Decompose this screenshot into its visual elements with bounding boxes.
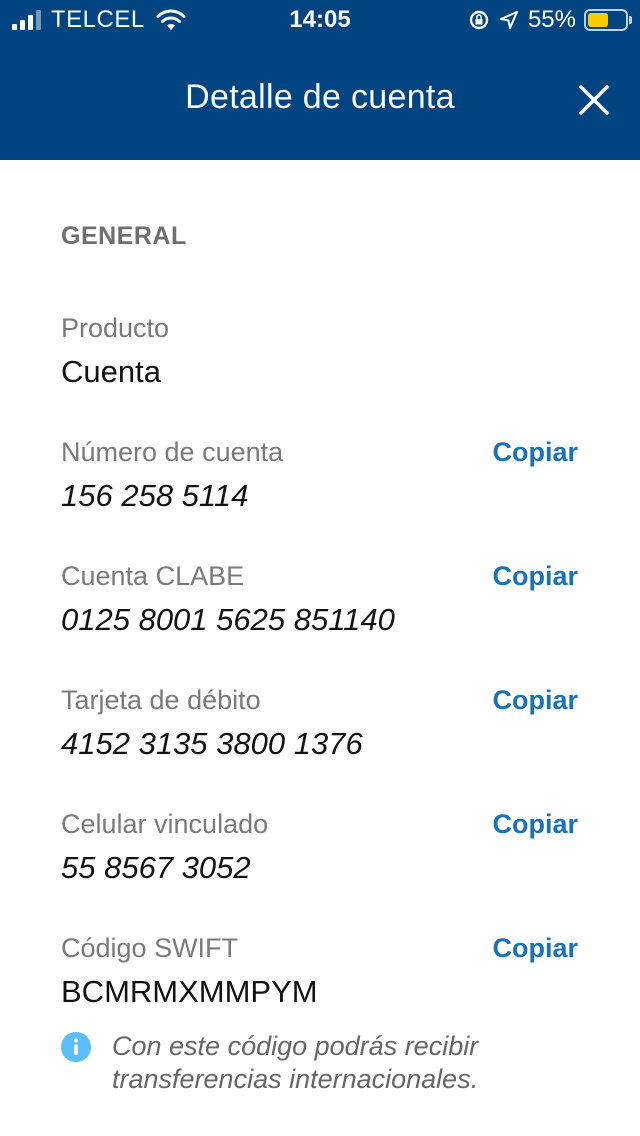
field-producto: Producto Cuenta <box>61 312 581 392</box>
field-value: Cuenta <box>61 354 161 389</box>
battery-level <box>588 13 608 27</box>
field-value: BCMRMXMMPYM <box>61 974 318 1009</box>
info-text: Con este código podrás recibir transfere… <box>112 1030 478 1096</box>
field-value: 0125 8001 5625 851140 <box>61 602 395 637</box>
field-celular-vinculado: Celular vinculado 55 8567 3052 Copiar <box>61 808 581 888</box>
battery-percent: 55% <box>527 6 576 33</box>
field-label: Producto <box>61 313 170 343</box>
copy-account-number-button[interactable]: Copiar <box>492 436 578 468</box>
copy-debit-card-button[interactable]: Copiar <box>492 684 578 716</box>
page-title: Detalle de cuenta <box>185 78 455 116</box>
status-right: 55% <box>468 6 632 34</box>
section-title: GENERAL <box>61 222 187 250</box>
field-value: 55 8567 3052 <box>61 850 251 885</box>
field-tarjeta-de-debito: Tarjeta de débito 4152 3135 3800 1376 Co… <box>61 684 581 764</box>
status-bar: TELCEL 14:05 55% <box>0 0 640 40</box>
copy-phone-button[interactable]: Copiar <box>492 808 578 840</box>
close-icon <box>579 85 609 115</box>
header-bar: TELCEL 14:05 55% Detalle de cuenta <box>0 0 640 160</box>
info-text-line: Con este código podrás recibir <box>112 1031 479 1061</box>
copy-swift-button[interactable]: Copiar <box>492 932 578 964</box>
swift-info-note: Con este código podrás recibir transfere… <box>61 1030 581 1096</box>
info-icon <box>61 1032 91 1062</box>
copy-clabe-button[interactable]: Copiar <box>492 560 578 592</box>
field-numero-de-cuenta: Número de cuenta 156 258 5114 Copiar <box>61 436 581 516</box>
field-cuenta-clabe: Cuenta CLABE 0125 8001 5625 851140 Copia… <box>61 560 581 640</box>
location-arrow-icon <box>499 11 518 29</box>
info-text-line: transferencias internacionales. <box>112 1064 479 1094</box>
battery-icon <box>584 9 632 31</box>
field-codigo-swift: Código SWIFT BCMRMXMMPYM Copiar <box>61 932 581 1012</box>
close-button[interactable] <box>574 80 614 120</box>
field-value: 156 258 5114 <box>61 478 249 513</box>
rotation-lock-icon <box>469 10 489 30</box>
field-value: 4152 3135 3800 1376 <box>61 726 363 761</box>
